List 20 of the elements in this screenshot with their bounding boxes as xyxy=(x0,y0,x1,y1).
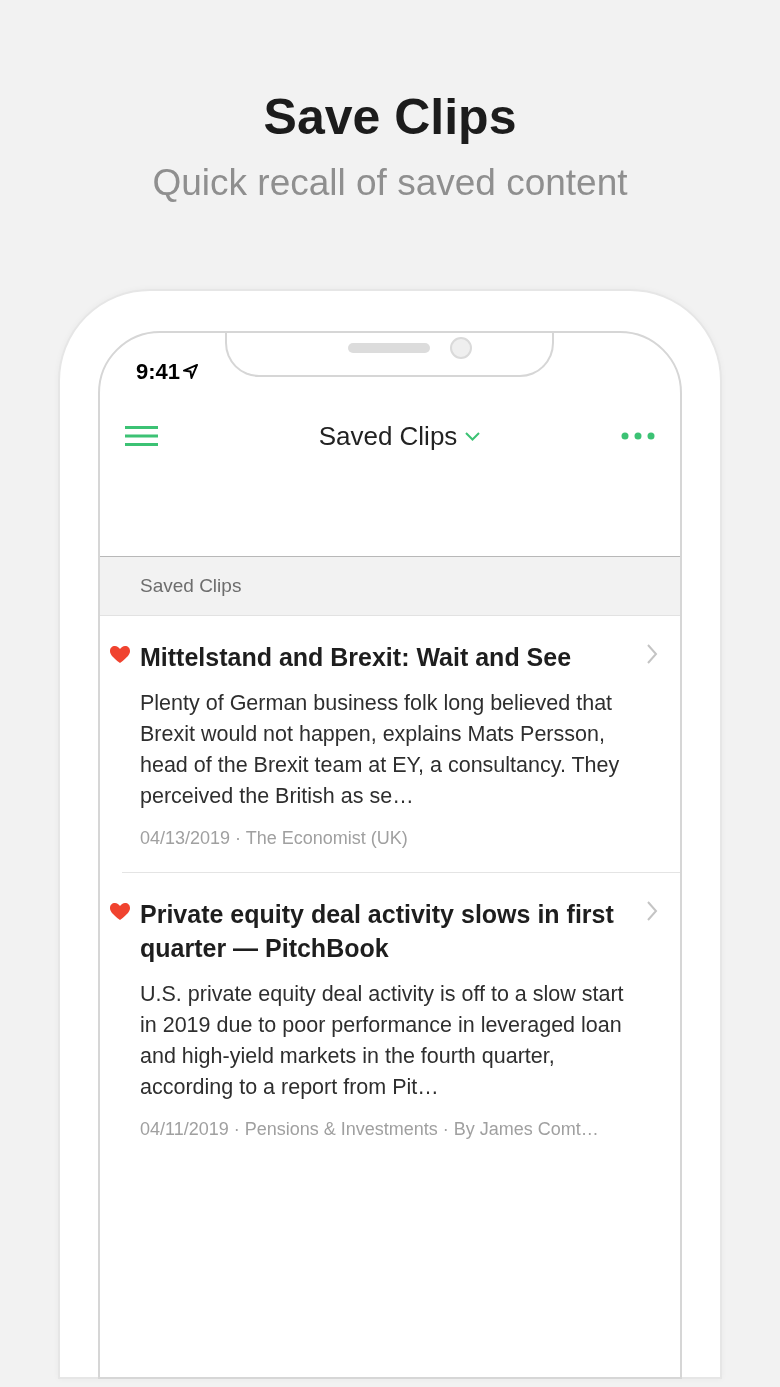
chevron-down-icon xyxy=(465,431,481,441)
chevron-right-icon xyxy=(646,644,658,664)
heart-icon[interactable] xyxy=(110,646,130,663)
status-time: 9:41 xyxy=(136,357,181,386)
subtitle: Quick recall of saved content xyxy=(152,161,628,205)
clip-title: Mittelstand and Brexit: Wait and See xyxy=(140,642,573,673)
section-title: Saved Clips xyxy=(140,573,242,598)
headline: Save Clips xyxy=(263,88,517,147)
clip-summary: Plenty of German business folk long believed that Brexit would not happen, explains Mats Persson, head of the Brexit team at EY, a consultancy. They perceived the British as se… xyxy=(140,690,621,810)
menu-icon[interactable] xyxy=(125,425,158,447)
location-arrow-icon xyxy=(183,363,199,379)
clip-title: Private equity deal activity slows in first quarter — PitchBook xyxy=(140,899,615,964)
clip-meta: 04/11/2019 · Pensions & Investments · By James Comt… xyxy=(140,1118,600,1141)
speaker-icon xyxy=(348,343,430,353)
heart-icon[interactable] xyxy=(110,903,130,920)
title-dropdown[interactable]: Saved Clips xyxy=(318,416,481,456)
clip-summary: U.S. private equity deal activity is off to a slow start in 2019 due to poor performance in leveraged loan and high-yield markets in the fourth quarter, according to a report from Pit… xyxy=(140,981,625,1101)
more-icon[interactable] xyxy=(621,432,655,440)
clip-meta: 04/13/2019 · The Economist (UK) xyxy=(140,827,409,850)
chevron-right-icon xyxy=(646,901,658,921)
